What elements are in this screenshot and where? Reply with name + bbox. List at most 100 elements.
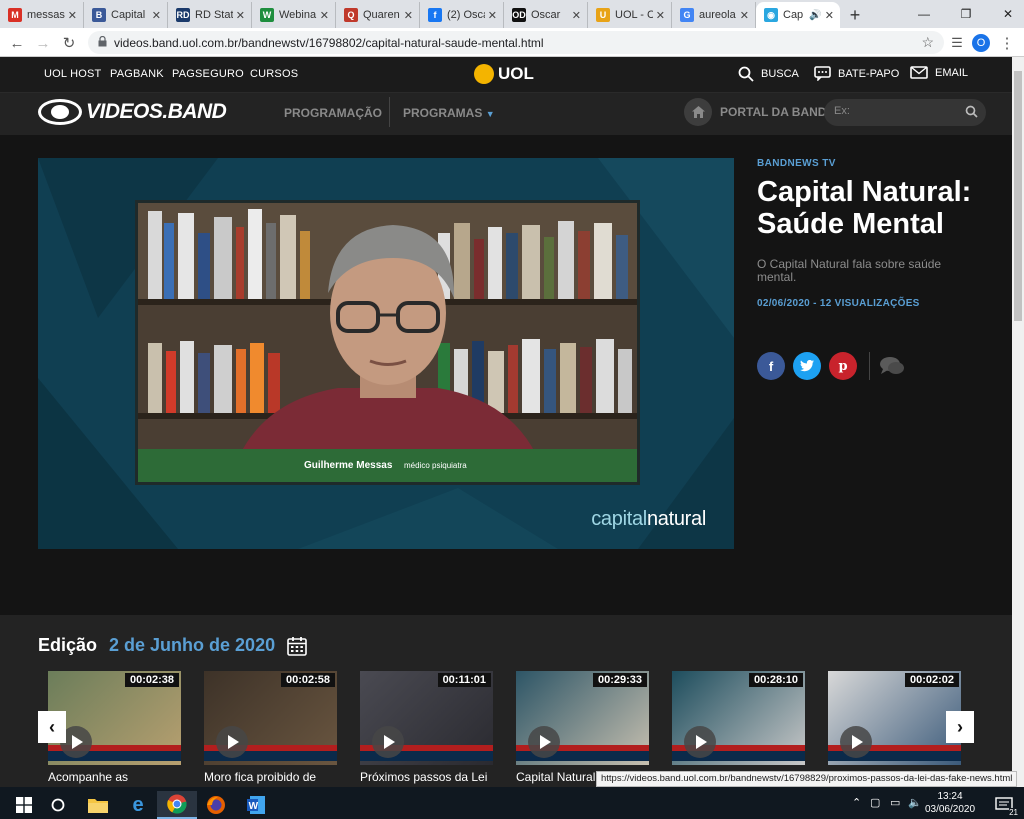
browser-tab[interactable]: Gaureola ✕ xyxy=(672,2,756,28)
browser-tab[interactable]: OD Oscar ✕ xyxy=(504,2,588,28)
page-scrollbar[interactable] xyxy=(1012,57,1024,787)
thumbnail-title[interactable]: Próximos passos da Lei xyxy=(360,770,493,786)
back-button[interactable]: ← xyxy=(6,32,28,54)
busca-button[interactable]: BUSCA xyxy=(738,66,799,82)
close-window-button[interactable]: ✕ xyxy=(988,0,1024,28)
portal-da-band-link[interactable]: PORTAL DA BAND xyxy=(684,98,826,126)
reload-button[interactable]: ↻ xyxy=(58,32,80,54)
chrome-menu-icon[interactable]: ⋮ xyxy=(996,32,1018,54)
maximize-button[interactable]: ❐ xyxy=(946,0,986,28)
thumbnail-image[interactable]: 00:02:02 xyxy=(828,671,961,765)
twitter-share-button[interactable] xyxy=(793,352,821,380)
omnibox[interactable]: videos.band.uol.com.br/bandnewstv/167988… xyxy=(88,31,944,54)
calendar-icon[interactable] xyxy=(287,636,307,656)
search-icon[interactable] xyxy=(965,105,978,118)
video-thumbnail-card[interactable]: 00:02:38 Acompanhe as principais xyxy=(48,671,181,786)
firefox-button[interactable] xyxy=(196,791,236,819)
browser-tab[interactable]: U UOL - C ✕ xyxy=(588,2,672,28)
guest-video-frame: Guilherme Messas médico psiquiatra xyxy=(135,200,640,485)
cortana-button[interactable] xyxy=(38,791,78,819)
bookmark-star-icon[interactable]: ☆ xyxy=(921,34,934,51)
programacao-link[interactable]: PROGRAMAÇÃO xyxy=(284,106,382,120)
tab-close-icon[interactable]: ✕ xyxy=(740,9,749,22)
gmail-icon: M xyxy=(8,8,22,22)
play-icon[interactable] xyxy=(216,726,248,758)
svg-text:W: W xyxy=(249,801,259,812)
carousel-prev-button[interactable]: ‹ xyxy=(38,711,66,743)
tab-close-icon[interactable]: ✕ xyxy=(488,9,497,22)
notification-center-button[interactable]: 21 xyxy=(984,791,1024,819)
video-thumbnail-card[interactable]: 00:02:58 Moro fica proibido de xyxy=(204,671,337,786)
chat-icon xyxy=(814,66,831,81)
pagseguro-link[interactable]: PAGSEGURO xyxy=(172,68,244,80)
video-meta: 02/06/2020 - 12 VISUALIZAÇÕES xyxy=(757,298,920,309)
video-thumbnail-card[interactable]: 00:28:10 xyxy=(672,671,805,786)
browser-tab[interactable]: RD RD Stati ✕ xyxy=(168,2,252,28)
tab-close-icon[interactable]: ✕ xyxy=(320,9,329,22)
thumbnail-image[interactable]: 00:29:33 xyxy=(516,671,649,765)
profile-avatar[interactable]: O xyxy=(970,32,992,54)
video-player[interactable]: Guilherme Messas médico psiquiatra capit… xyxy=(38,158,734,549)
thumbnail-image[interactable]: 00:02:58 xyxy=(204,671,337,765)
tab-close-icon[interactable]: ✕ xyxy=(572,9,581,22)
program-kicker[interactable]: BANDNEWS TV xyxy=(757,158,997,169)
minimize-button[interactable]: — xyxy=(904,0,944,28)
browser-tab[interactable]: ◉ Cap 🔊 ✕ xyxy=(756,2,840,28)
tab-close-icon[interactable]: ✕ xyxy=(656,9,665,22)
browser-tab[interactable]: f (2) Osca✕ xyxy=(420,2,504,28)
scrollbar-thumb[interactable] xyxy=(1014,71,1022,321)
edge-icon: e xyxy=(132,793,144,816)
google-icon: G xyxy=(680,8,694,22)
forward-button[interactable]: → xyxy=(32,32,54,54)
edge-button[interactable]: e xyxy=(118,791,158,819)
uol-logo[interactable]: UOL xyxy=(474,64,534,84)
caret-down-icon: ▼ xyxy=(485,109,495,119)
audio-playing-icon[interactable]: 🔊 xyxy=(809,10,821,21)
uol-host-link[interactable]: UOL HOST xyxy=(44,68,101,80)
twitter-icon xyxy=(800,360,814,372)
carousel-next-button[interactable]: › xyxy=(946,711,974,743)
facebook-icon: f xyxy=(768,358,774,374)
play-icon[interactable] xyxy=(684,726,716,758)
thumbnail-title[interactable]: Acompanhe as principais xyxy=(48,770,181,786)
media-control-icon[interactable]: ☰ xyxy=(946,32,968,54)
browser-tab[interactable]: W Webina ✕ xyxy=(252,2,336,28)
thumbnail-image[interactable]: 00:11:01 xyxy=(360,671,493,765)
tab-close-icon[interactable]: ✕ xyxy=(404,9,413,22)
tab-close-icon[interactable]: ✕ xyxy=(152,9,161,22)
battery-icon[interactable]: ▭ xyxy=(890,796,900,809)
play-icon[interactable] xyxy=(840,726,872,758)
tab-close-icon[interactable]: ✕ xyxy=(68,9,77,22)
thumbnail-title[interactable]: Moro fica proibido de xyxy=(204,770,337,786)
email-button[interactable]: EMAIL xyxy=(910,66,968,79)
file-explorer-button[interactable] xyxy=(78,791,118,819)
bate-papo-button[interactable]: BATE-PAPO xyxy=(814,66,899,81)
browser-tab[interactable]: Q Quaren ✕ xyxy=(336,2,420,28)
thumbnail-image[interactable]: 00:28:10 xyxy=(672,671,805,765)
comments-button[interactable] xyxy=(878,352,906,380)
network-icon[interactable]: ▢ xyxy=(870,796,880,809)
site-search-input[interactable] xyxy=(834,105,954,117)
play-icon[interactable] xyxy=(528,726,560,758)
programas-dropdown[interactable]: PROGRAMAS ▼ xyxy=(403,106,495,120)
browser-tab[interactable]: Mmessas ✕ xyxy=(0,2,84,28)
facebook-share-button[interactable]: f xyxy=(757,352,785,380)
cursos-link[interactable]: CURSOS xyxy=(250,68,298,80)
chrome-taskbar-button[interactable] xyxy=(157,791,197,819)
video-thumbnail-card[interactable]: 00:02:02 xyxy=(828,671,961,786)
play-icon[interactable] xyxy=(372,726,404,758)
word-button[interactable]: W xyxy=(236,791,276,819)
thumbnail-image[interactable]: 00:02:38 xyxy=(48,671,181,765)
browser-tab[interactable]: B Capital ✕ xyxy=(84,2,168,28)
new-tab-button[interactable]: + xyxy=(840,2,870,28)
show-hidden-icons[interactable]: ⌃ xyxy=(852,796,861,809)
videos-band-logo[interactable]: VIDEOS.BAND xyxy=(38,99,227,125)
video-thumbnail-card[interactable]: 00:29:33 Capital Natural: xyxy=(516,671,649,786)
pinterest-share-button[interactable]: p xyxy=(829,352,857,380)
system-clock[interactable]: 13:24 03/06/2020 xyxy=(918,790,982,816)
tab-close-icon[interactable]: ✕ xyxy=(236,9,245,22)
tab-close-icon[interactable]: ✕ xyxy=(825,9,834,22)
video-thumbnail-card[interactable]: 00:11:01 Próximos passos da Lei xyxy=(360,671,493,786)
pagbank-link[interactable]: PAGBANK xyxy=(110,68,164,80)
tab-label: Quaren xyxy=(363,9,400,21)
